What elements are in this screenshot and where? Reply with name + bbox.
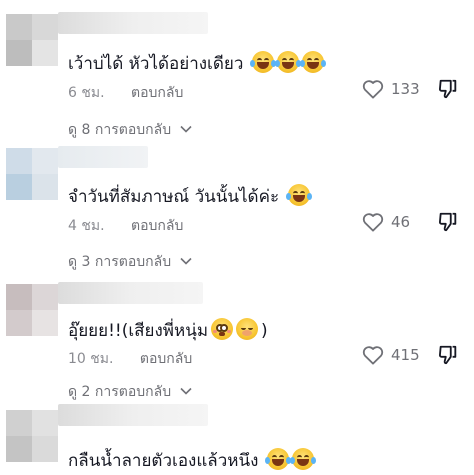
like-count: 415 bbox=[391, 346, 420, 364]
comment-text: จำวันที่สัมภาษณ์ วันนั้นได้ค่ะ bbox=[68, 184, 312, 208]
reply-button[interactable]: ตอบกลับ bbox=[131, 218, 183, 234]
like-button[interactable]: 415 bbox=[362, 345, 420, 365]
chevron-down-icon bbox=[179, 387, 192, 395]
timestamp: 6 ชม. bbox=[68, 85, 105, 101]
comment-body: กลืนน้ำลายตัวเองแล้วหนึง bbox=[68, 451, 259, 471]
face-with-tears-of-joy-icon bbox=[274, 51, 301, 73]
timestamp: 4 ชม. bbox=[68, 218, 105, 234]
heart-icon bbox=[362, 213, 384, 232]
like-count: 46 bbox=[391, 213, 411, 231]
timestamp: 10 ชม. bbox=[68, 351, 114, 367]
like-count: 133 bbox=[391, 80, 420, 98]
username-blurred[interactable] bbox=[58, 404, 208, 426]
face-with-tears-of-joy-icon bbox=[289, 448, 316, 470]
comment-body-suffix: ) bbox=[261, 321, 268, 341]
face-with-hand-over-mouth-icon bbox=[236, 318, 259, 340]
chevron-down-icon bbox=[179, 257, 192, 265]
like-button[interactable]: 46 bbox=[362, 212, 410, 232]
flushed-face-icon bbox=[211, 318, 234, 340]
reply-button[interactable]: ตอบกลับ bbox=[140, 351, 192, 367]
username-blurred[interactable] bbox=[58, 282, 203, 304]
view-replies-label: ดู 2 การตอบกลับ bbox=[68, 384, 172, 400]
comment-meta: 6 ชม. ตอบกลับ bbox=[68, 82, 183, 104]
comment-body: จำวันที่สัมภาษณ์ วันนั้นได้ค่ะ bbox=[68, 187, 280, 207]
comment-meta: 4 ชม. ตอบกลับ bbox=[68, 215, 183, 237]
heart-icon bbox=[362, 80, 384, 99]
heart-icon bbox=[362, 346, 384, 365]
username-blurred[interactable] bbox=[58, 12, 208, 34]
avatar[interactable] bbox=[6, 148, 58, 200]
face-with-tears-of-joy-icon bbox=[249, 51, 276, 73]
comment-meta: 10 ชม. ตอบกลับ bbox=[68, 348, 192, 370]
like-button[interactable]: 133 bbox=[362, 79, 420, 99]
dislike-icon[interactable] bbox=[437, 344, 459, 366]
username-blurred[interactable] bbox=[58, 146, 148, 168]
comment-text: เว้าบ่ได้ หัวได้อย่างเดียว bbox=[68, 51, 326, 75]
view-replies-button[interactable]: ดู 2 การตอบกลับ bbox=[68, 381, 192, 403]
face-with-tears-of-joy-icon bbox=[299, 51, 326, 73]
view-replies-button[interactable]: ดู 3 การตอบกลับ bbox=[68, 251, 192, 273]
reply-button[interactable]: ตอบกลับ bbox=[131, 85, 183, 101]
comment-body: อุ๊ยยย!!(เสียงพี่หนุ่ม bbox=[68, 321, 209, 341]
comment-text: อุ๊ยยย!!(เสียงพี่หนุ่ม) bbox=[68, 318, 268, 342]
avatar[interactable] bbox=[6, 410, 58, 462]
face-with-tears-of-joy-icon bbox=[285, 184, 312, 206]
face-with-tears-of-joy-icon bbox=[264, 448, 291, 470]
chevron-down-icon bbox=[179, 125, 192, 133]
avatar[interactable] bbox=[6, 14, 58, 66]
view-replies-label: ดู 8 การตอบกลับ bbox=[68, 122, 172, 138]
comment-text: กลืนน้ำลายตัวเองแล้วหนึง bbox=[68, 448, 316, 472]
dislike-icon[interactable] bbox=[437, 78, 459, 100]
view-replies-label: ดู 3 การตอบกลับ bbox=[68, 254, 172, 270]
view-replies-button[interactable]: ดู 8 การตอบกลับ bbox=[68, 119, 192, 141]
avatar[interactable] bbox=[6, 284, 58, 336]
dislike-icon[interactable] bbox=[437, 211, 459, 233]
comment-body: เว้าบ่ได้ หัวได้อย่างเดียว bbox=[68, 54, 244, 74]
